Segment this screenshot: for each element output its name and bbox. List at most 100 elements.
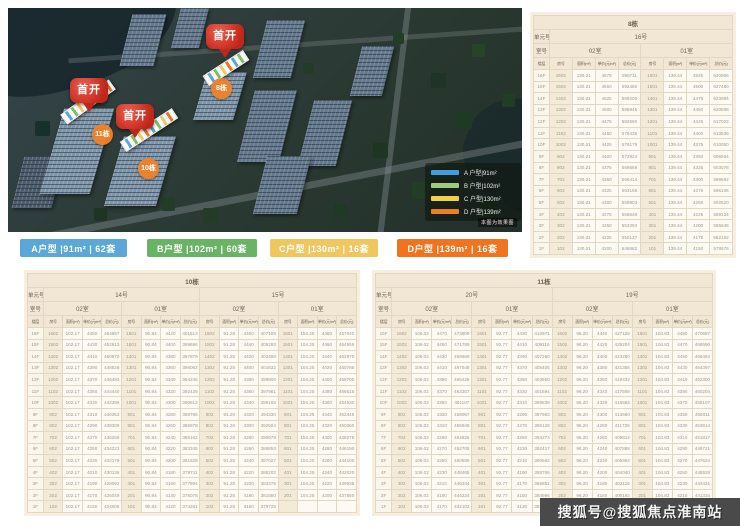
cell: 427128	[612, 328, 632, 340]
cell: 4260	[317, 455, 337, 467]
cell: 1002	[392, 397, 412, 409]
price-table-building-11: 11栋单元号20号19号室号02室01室02室01室楼层房号面积(m²)单价(元…	[372, 270, 716, 516]
cell: 4325	[595, 185, 618, 197]
cell: 90.84	[141, 501, 161, 513]
cell: 92.77	[492, 351, 512, 363]
cell: 96.20	[572, 455, 592, 467]
table-title-row: 8栋	[534, 16, 733, 30]
cell: 4175	[687, 231, 710, 243]
cell: 428092	[102, 478, 122, 490]
cell: 4160	[161, 478, 181, 490]
cell: 452445	[337, 408, 357, 420]
table-row: 11F1102106.024370463307110192.7743304016…	[376, 385, 713, 397]
cell: 302	[200, 478, 220, 490]
column-header: 房号	[278, 316, 298, 328]
price-table: 10栋单元号14号15号室号02室01室02室01室楼层房号面积(m²)单价(元…	[27, 273, 357, 513]
cell: 96.20	[572, 432, 592, 444]
cell: 419432	[612, 374, 632, 386]
cell: 902	[392, 408, 412, 420]
table-row: 8F802106.02431045694680192.7742703961288…	[376, 420, 713, 432]
cell: 396062	[180, 362, 200, 374]
cell: 1F	[534, 243, 550, 255]
unit-number-label: 单元号	[376, 288, 392, 302]
cell: 4230	[672, 478, 692, 490]
cell: 566414	[618, 174, 641, 186]
cell: 4120	[161, 501, 181, 513]
cell: 589134	[710, 208, 733, 220]
cell: 701	[472, 432, 492, 444]
cell: 139.44	[664, 116, 687, 128]
cell: 92.77	[492, 420, 512, 432]
cell: 404040	[612, 466, 632, 478]
cell: 381528	[180, 455, 200, 467]
aerial-render-image: 首开 首开 首开 11栋 10栋 8栋 A 户型|91m²B 户型|102m²C…	[8, 8, 522, 232]
price-table-building-10: 10栋单元号14号15号室号02室01室02室01室楼层房号面积(m²)单价(元…	[24, 270, 360, 516]
table-title-row: 11栋	[376, 274, 713, 288]
cell: 1302	[552, 362, 572, 374]
cell: 4250	[82, 443, 102, 455]
cell: 902	[200, 408, 220, 420]
cell: 91.28	[219, 362, 239, 374]
cell: 623994	[710, 93, 733, 105]
cell: 14F	[28, 351, 44, 363]
cell: 102.17	[63, 443, 83, 455]
cell: 92.77	[492, 385, 512, 397]
column-header: 楼层	[534, 58, 550, 70]
cell: 1502	[392, 339, 412, 351]
cell: 1601	[641, 70, 664, 82]
column-header: 房号	[549, 58, 572, 70]
column-header: 面积(m²)	[664, 58, 687, 70]
cell: 397981	[258, 385, 278, 397]
table-title: 10栋	[28, 274, 357, 288]
cell: 139.44	[664, 150, 687, 162]
cell: 302	[552, 478, 572, 490]
badge-text: 首开	[213, 30, 237, 42]
cell: 130.21	[572, 220, 595, 232]
cell	[298, 501, 318, 513]
cell: 106.02	[412, 478, 432, 490]
cell	[337, 501, 357, 513]
cell: 4250	[512, 432, 532, 444]
cell: 405964	[612, 455, 632, 467]
cell: 96.20	[572, 351, 592, 363]
cell: 4450	[687, 104, 710, 116]
room-name: 02室	[392, 302, 472, 316]
cell: 1202	[549, 116, 572, 128]
cell: 91.28	[219, 328, 239, 340]
table-row: 13F1302130.2145005859451301139.444450620…	[534, 104, 733, 116]
cell: 106.02	[412, 397, 432, 409]
cell: 302	[43, 478, 63, 490]
table-row: 3F302106.02421044634430192.7741703868513…	[376, 478, 713, 490]
cell: 4410	[512, 339, 532, 351]
column-header: 单价(元/m²)	[432, 316, 452, 328]
cell: 4370	[672, 397, 692, 409]
cell: 702	[552, 432, 572, 444]
cell: 617022	[710, 116, 733, 128]
first-open-badge: 首开	[116, 104, 154, 129]
cell: 4340	[317, 408, 337, 420]
cell: 396128	[532, 420, 552, 432]
cell: 401	[632, 466, 652, 478]
table-header-row: 楼层房号面积(m²)单价(元/m²)总价(元)房号面积(m²)单价(元/m²)总…	[28, 316, 357, 328]
cell: 91.28	[219, 489, 239, 501]
cell: 96.20	[572, 385, 592, 397]
cell: 90.84	[141, 397, 161, 409]
cell: 4F	[28, 466, 44, 478]
cell: 1401	[641, 93, 664, 105]
cell: 449721	[692, 443, 712, 455]
cell: 465428	[452, 374, 472, 386]
cell: 101	[641, 243, 664, 255]
cell: 5F	[28, 455, 44, 467]
cell: 4220	[317, 478, 337, 490]
cell: 399806	[258, 374, 278, 386]
cell: 701	[632, 432, 652, 444]
cell: 15F	[376, 339, 392, 351]
column-header: 单价(元/m²)	[512, 316, 532, 328]
cell: 401694	[532, 385, 552, 397]
table-unit-row: 单元号20号19号	[376, 288, 713, 302]
cell: 386978	[180, 420, 200, 432]
table-row: 1F102130.214200546882101139.444150578676	[534, 243, 733, 255]
cell: 563158	[618, 185, 641, 197]
cell: 4410	[672, 374, 692, 386]
cell: 1402	[200, 351, 220, 363]
